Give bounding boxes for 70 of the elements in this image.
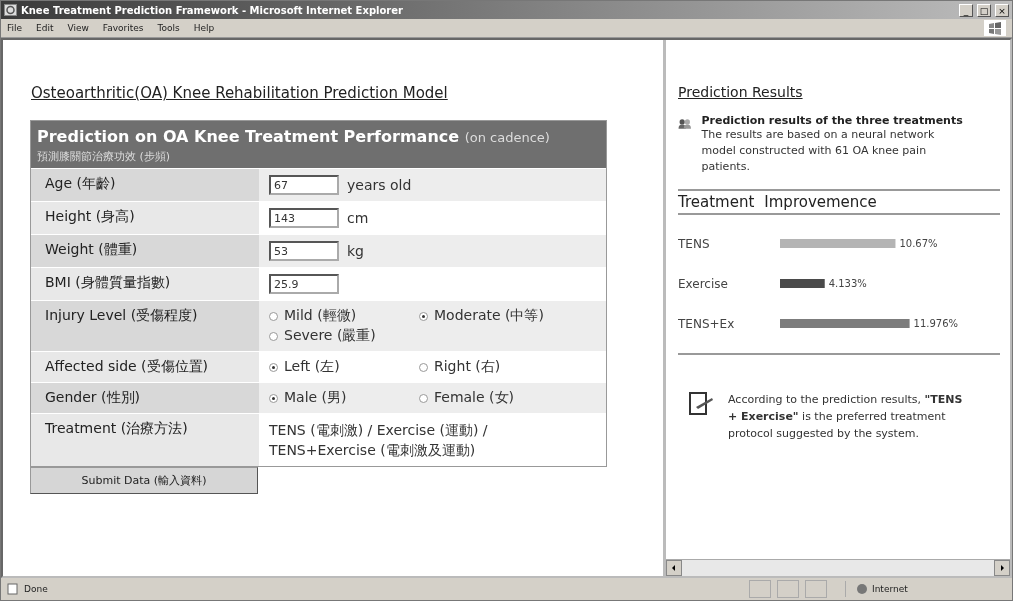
status-text: Done bbox=[24, 584, 49, 594]
table-subtitle: 預測膝關節治療功效 (步頻) bbox=[37, 149, 172, 164]
improvement-value: 4.133% bbox=[828, 278, 867, 289]
notepad-icon bbox=[688, 391, 714, 417]
input-field[interactable]: 53 bbox=[269, 241, 339, 261]
radio-button[interactable] bbox=[269, 362, 278, 372]
menu-item[interactable]: File bbox=[7, 23, 23, 33]
treatment-name: TENS+Ex bbox=[678, 317, 735, 331]
window-control[interactable]: □ bbox=[977, 3, 991, 17]
status-panel bbox=[749, 580, 771, 598]
table-title: Prediction on OA Knee Treatment Performance (on cadence) bbox=[37, 127, 551, 146]
status-panel bbox=[805, 580, 827, 598]
unit-label: kg bbox=[347, 243, 364, 259]
globe-icon bbox=[856, 583, 868, 595]
scroll-right-icon[interactable] bbox=[994, 560, 1010, 576]
menu-item[interactable]: Help bbox=[193, 23, 215, 33]
radio-option[interactable]: Mild (輕微) bbox=[269, 307, 419, 325]
field-label: Weight (體重) bbox=[31, 235, 259, 267]
radio-button[interactable] bbox=[269, 331, 278, 341]
radio-option[interactable]: Female (女) bbox=[419, 389, 589, 407]
radio-button[interactable] bbox=[419, 362, 428, 372]
input-field[interactable]: 25.9 bbox=[269, 274, 339, 294]
treatment-options-text: TENS (電刺激) / Exercise (運動) / TENS+Exercise (電刺激及運動) bbox=[269, 421, 488, 460]
field-label: Height (身高) bbox=[31, 202, 259, 234]
window-control[interactable]: × bbox=[995, 3, 1009, 17]
column-header: Treatment bbox=[678, 193, 755, 211]
treatment-name: TENS bbox=[678, 237, 710, 251]
radio-option[interactable]: Moderate (中等) bbox=[419, 307, 589, 325]
radio-option[interactable]: Right (右) bbox=[419, 358, 589, 376]
radio-option[interactable]: Male (男) bbox=[269, 389, 419, 407]
intro-text: The results are based on a neural network model constructed with 61 OA knee pain patients. bbox=[701, 127, 936, 175]
radio-button[interactable] bbox=[269, 311, 278, 321]
menu-item[interactable]: View bbox=[67, 23, 89, 33]
field-label: Gender (性別) bbox=[31, 383, 259, 413]
radio-button[interactable] bbox=[419, 311, 428, 321]
radio-option[interactable]: Left (左) bbox=[269, 358, 419, 376]
field-label: Injury Level (受傷程度) bbox=[31, 301, 259, 351]
window-control[interactable]: _ bbox=[959, 3, 973, 17]
improvement-bar bbox=[780, 279, 825, 288]
menu-item[interactable]: Tools bbox=[157, 23, 180, 33]
zone-text: Internet bbox=[872, 584, 908, 594]
recommendation-text: According to the prediction results, "TENS + Exercise" is the preferred treatment protocol suggested by the system. bbox=[728, 392, 964, 442]
field-label: BMI (身體質量指數) bbox=[31, 268, 259, 300]
status-panel bbox=[777, 580, 799, 598]
radio-option[interactable]: Severe (嚴重) bbox=[269, 327, 419, 345]
radio-button[interactable] bbox=[269, 393, 278, 403]
unit-label: years old bbox=[347, 177, 412, 193]
field-label: Affected side (受傷位置) bbox=[31, 352, 259, 382]
radio-button[interactable] bbox=[419, 393, 428, 403]
unit-label: cm bbox=[347, 210, 369, 226]
horizontal-scrollbar[interactable] bbox=[666, 559, 1010, 576]
window-title: Knee Treatment Prediction Framework - Microsoft Internet Explorer bbox=[21, 4, 404, 16]
menu-item[interactable]: Edit bbox=[36, 23, 54, 33]
field-label: Treatment (治療方法) bbox=[31, 414, 259, 466]
submit-button[interactable]: Submit Data (輸入資料) bbox=[30, 467, 258, 494]
scroll-left-icon[interactable] bbox=[666, 560, 682, 576]
results-heading: Prediction Results bbox=[678, 84, 803, 100]
column-header: Improvemence bbox=[764, 193, 877, 211]
windows-flag-icon bbox=[988, 21, 1002, 35]
page-icon bbox=[7, 583, 18, 595]
improvement-value: 11.976% bbox=[913, 318, 959, 329]
input-field[interactable]: 143 bbox=[269, 208, 339, 228]
menu-item[interactable]: Favorites bbox=[102, 23, 144, 33]
treatment-name: Exercise bbox=[678, 277, 728, 291]
improvement-value: 10.67% bbox=[899, 238, 938, 249]
field-label: Age (年齡) bbox=[31, 169, 259, 201]
input-field[interactable]: 67 bbox=[269, 175, 339, 195]
browser-logo-icon bbox=[4, 4, 17, 16]
intro-title: Prediction results of the three treatments bbox=[701, 114, 964, 127]
page-heading: Osteoarthritic(OA) Knee Rehabilitation Prediction Model bbox=[31, 84, 448, 102]
